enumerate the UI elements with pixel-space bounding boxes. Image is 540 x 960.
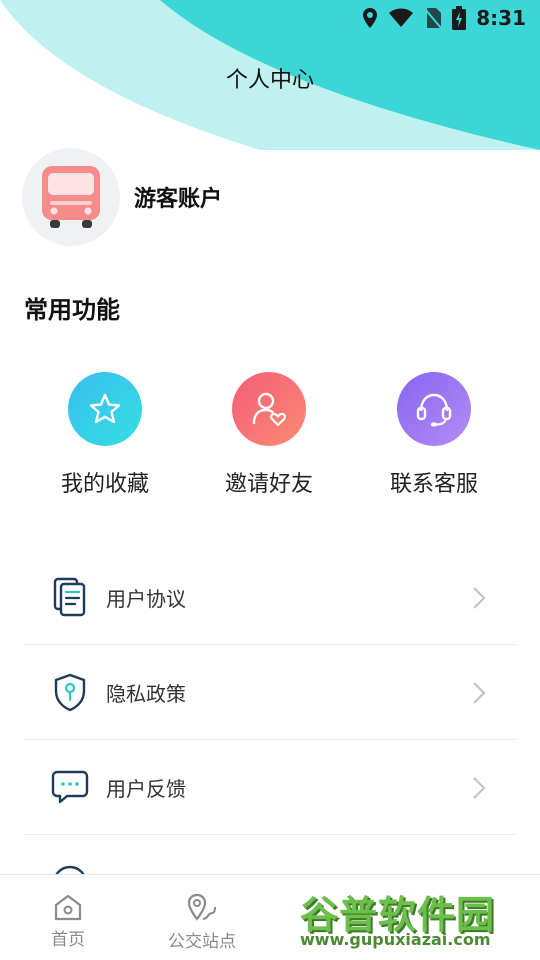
- feature-label-favorites: 我的收藏: [60, 472, 149, 497]
- menu-item-privacy-policy[interactable]: 隐私政策: [24, 645, 516, 740]
- shield-key-icon: [54, 673, 86, 712]
- chevron-right-icon: [473, 777, 486, 799]
- headset-icon: [416, 393, 452, 427]
- common-functions: 我的收藏 邀请好友 联系客服: [0, 372, 540, 502]
- menu-label-privacy-policy: 隐私政策: [106, 681, 186, 706]
- battery-charging-icon: [452, 6, 467, 30]
- feature-invite-friends[interactable]: 邀请好友: [189, 372, 349, 498]
- watermark: 谷普软件园 www.gupuxiazai.com: [296, 876, 540, 960]
- bus-icon: [42, 166, 100, 228]
- tab-home[interactable]: 首页: [8, 893, 128, 950]
- settings-menu: 用户协议 隐私政策 用户反馈: [24, 550, 516, 930]
- page-title: 个人中心: [225, 68, 314, 93]
- wifi-icon: [389, 8, 414, 27]
- tab-label-home: 首页: [51, 930, 85, 950]
- chevron-right-icon: [473, 682, 486, 704]
- menu-label-user-feedback: 用户反馈: [106, 776, 186, 801]
- favorites-button[interactable]: [68, 372, 142, 446]
- section-title-common-functions: 常用功能: [24, 296, 120, 324]
- user-heart-icon: [252, 392, 286, 427]
- avatar[interactable]: [22, 148, 120, 246]
- feature-favorites[interactable]: 我的收藏: [25, 372, 185, 498]
- document-icon: [53, 577, 86, 617]
- feature-label-invite-friends: 邀请好友: [224, 472, 313, 497]
- watermark-url: www.gupuxiazai.com: [300, 930, 491, 949]
- tab-label-bus-stops: 公交站点: [168, 932, 236, 952]
- tab-bus-stops[interactable]: 公交站点: [142, 893, 262, 952]
- chevron-right-icon: [473, 587, 486, 609]
- customer-service-button[interactable]: [397, 372, 471, 446]
- profile-name[interactable]: 游客账户: [134, 181, 222, 213]
- map-pin-route-icon: [187, 893, 216, 921]
- menu-label-user-agreement: 用户协议: [106, 586, 186, 611]
- profile-section[interactable]: 游客账户: [22, 148, 222, 246]
- home-icon: [54, 894, 82, 921]
- location-icon: [363, 8, 378, 28]
- status-bar: 8:31: [0, 0, 540, 36]
- status-time: 8:31: [476, 6, 526, 30]
- menu-item-user-feedback[interactable]: 用户反馈: [24, 740, 516, 835]
- no-sim-icon: [424, 8, 443, 29]
- invite-friends-button[interactable]: [232, 372, 306, 446]
- feature-label-customer-service: 联系客服: [389, 472, 478, 497]
- menu-item-user-agreement[interactable]: 用户协议: [24, 550, 516, 645]
- chat-bubble-icon: [51, 770, 89, 804]
- star-icon: [89, 393, 121, 424]
- feature-customer-service[interactable]: 联系客服: [354, 372, 514, 498]
